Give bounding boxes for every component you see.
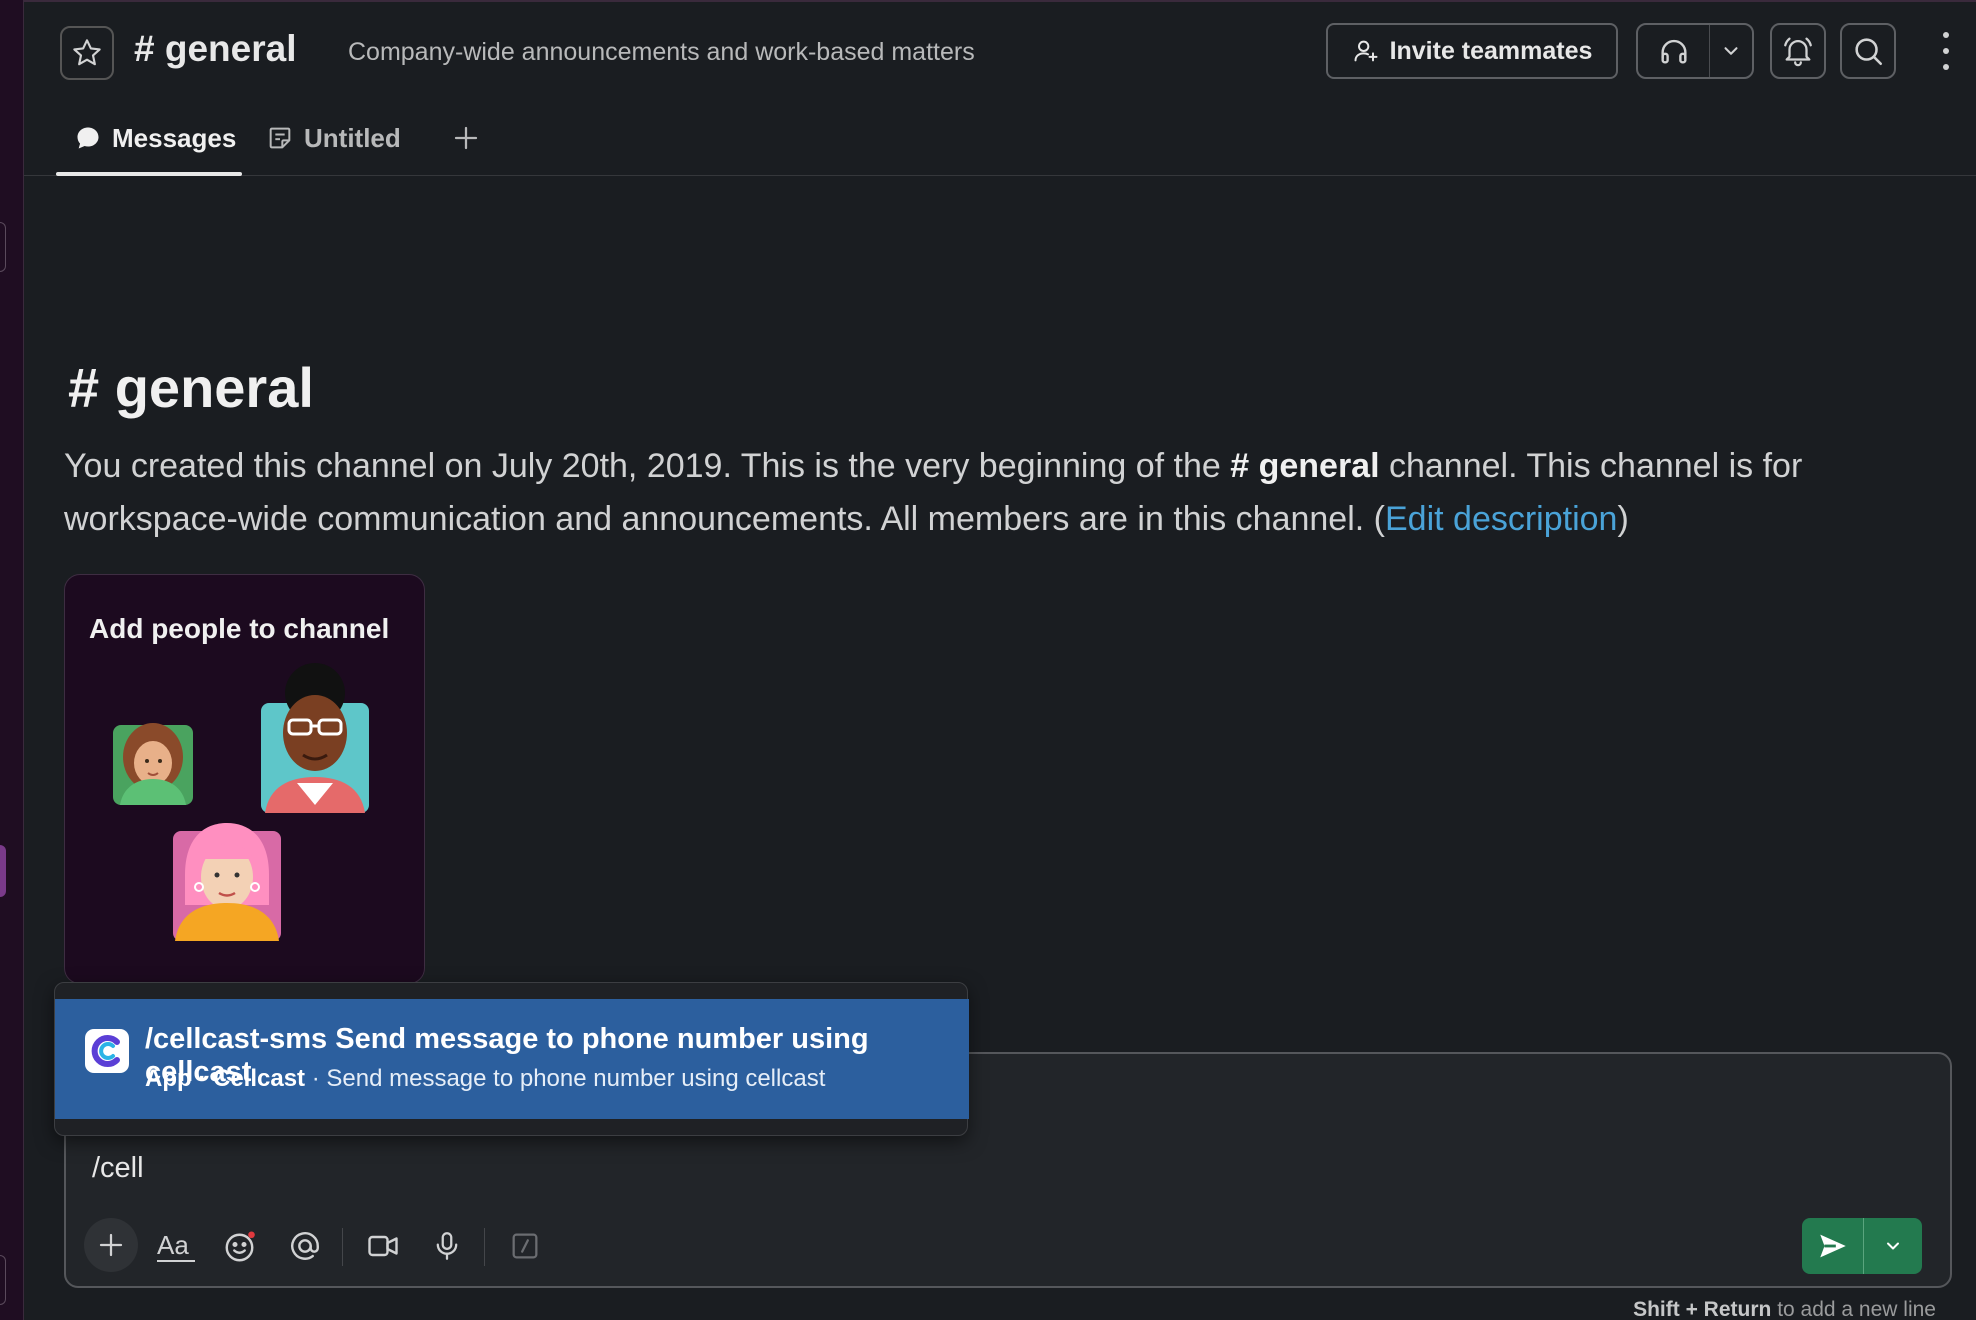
intro-hash: # — [68, 356, 100, 419]
intro-text-part1: You created this channel on July 20th, 2… — [64, 447, 1231, 485]
channel-title-button[interactable]: # general — [134, 28, 296, 70]
record-audio-button[interactable] — [422, 1218, 472, 1274]
kebab-dot — [1943, 64, 1949, 70]
toolbar-divider — [342, 1228, 343, 1266]
huddle-button-group — [1636, 23, 1754, 79]
mention-button[interactable] — [280, 1218, 330, 1274]
channel-header: # general Company-wide announcements and… — [24, 0, 1976, 100]
intro-channel-mention[interactable]: # general — [1230, 447, 1379, 485]
suggestion-command: /cellcast-sms — [145, 1023, 328, 1055]
cellcast-app-icon — [85, 1029, 129, 1073]
huddle-button[interactable] — [1638, 25, 1710, 77]
notifications-button[interactable] — [1770, 23, 1826, 79]
plus-icon — [99, 1233, 123, 1257]
search-button[interactable] — [1840, 23, 1896, 79]
toolbar-divider — [484, 1228, 485, 1266]
sidebar-edge-marker — [0, 1255, 6, 1305]
more-options-button[interactable] — [1936, 28, 1956, 74]
message-input[interactable]: /cell — [92, 1152, 144, 1185]
channel-name: general — [164, 28, 297, 69]
add-people-card[interactable]: Add people to channel — [64, 574, 425, 984]
suggestion-app-name: Cellcast — [212, 1065, 306, 1092]
tab-messages-label: Messages — [112, 122, 237, 153]
microphone-icon — [436, 1232, 458, 1260]
command-autocomplete-popup: /cellcast-sms Send message to phone numb… — [54, 982, 969, 1136]
search-icon — [1855, 38, 1883, 66]
intro-text-part3: ) — [1617, 500, 1629, 538]
huddle-options-button[interactable] — [1710, 25, 1752, 77]
suggestion-app-label: App — [145, 1065, 192, 1092]
chevron-down-icon — [1887, 1242, 1899, 1250]
attach-button[interactable] — [84, 1218, 138, 1272]
suggestion-desc: Send message to phone number using cellc… — [326, 1065, 826, 1092]
schedule-send-button[interactable] — [1864, 1218, 1922, 1274]
star-channel-button[interactable] — [60, 26, 114, 80]
edit-description-link[interactable]: Edit description — [1385, 500, 1617, 538]
bell-icon — [1784, 37, 1812, 67]
workspace-sidebar-edge — [0, 0, 24, 1320]
composer-toolbar: Aa — [84, 1218, 1934, 1274]
invite-teammates-label: Invite teammates — [1389, 36, 1593, 65]
channel-topic[interactable]: Company-wide announcements and work-base… — [348, 38, 975, 67]
sidebar-edge-marker — [0, 222, 6, 272]
tab-untitled-label: Untitled — [304, 122, 401, 153]
record-video-button[interactable] — [358, 1218, 408, 1274]
hint-keys: Shift + Return — [1633, 1298, 1772, 1320]
emoji-icon — [225, 1231, 255, 1262]
text-format-icon: Aa — [157, 1230, 195, 1262]
command-suggestion-cellcast[interactable]: /cellcast-sms Send message to phone numb… — [55, 999, 969, 1119]
hint-text: to add a new line — [1777, 1298, 1936, 1320]
send-button-group — [1802, 1218, 1922, 1274]
kebab-dot — [1943, 32, 1949, 38]
svg-text:Aa: Aa — [157, 1230, 189, 1260]
suggestion-subtitle: App · Cellcast · Send message to phone n… — [145, 1065, 826, 1092]
add-user-icon — [1354, 40, 1378, 62]
composer-hint: Shift + Return to add a new line — [1633, 1298, 1936, 1320]
channel-intro-title: # general — [68, 355, 314, 420]
tab-messages[interactable]: Messages — [74, 118, 236, 158]
people-illustration — [113, 663, 369, 941]
active-tab-indicator — [56, 172, 242, 176]
headphones-icon — [1660, 39, 1687, 64]
star-icon — [73, 39, 101, 66]
sidebar-edge-active-marker — [0, 845, 6, 897]
chevron-down-icon — [1724, 47, 1738, 55]
plus-icon — [454, 126, 478, 150]
formatting-button[interactable]: Aa — [152, 1218, 202, 1274]
video-camera-icon — [368, 1235, 398, 1257]
channel-hash: # — [134, 28, 155, 69]
send-button[interactable] — [1802, 1218, 1864, 1274]
channel-tabs: Messages Untitled — [24, 100, 1976, 176]
emoji-button[interactable] — [216, 1218, 266, 1274]
channel-intro-text: You created this channel on July 20th, 2… — [64, 440, 1944, 546]
intro-channel-name: general — [114, 356, 314, 419]
tab-untitled[interactable]: Untitled — [266, 118, 401, 158]
send-icon — [1819, 1234, 1846, 1258]
add-tab-button[interactable] — [448, 120, 484, 156]
invite-teammates-button[interactable]: Invite teammates — [1326, 23, 1618, 79]
kebab-dot — [1943, 48, 1949, 54]
chat-bubble-icon — [77, 127, 99, 149]
shortcuts-button[interactable] — [500, 1218, 550, 1274]
slash-command-icon — [512, 1233, 538, 1259]
at-sign-icon — [291, 1232, 319, 1260]
canvas-icon — [269, 127, 291, 149]
